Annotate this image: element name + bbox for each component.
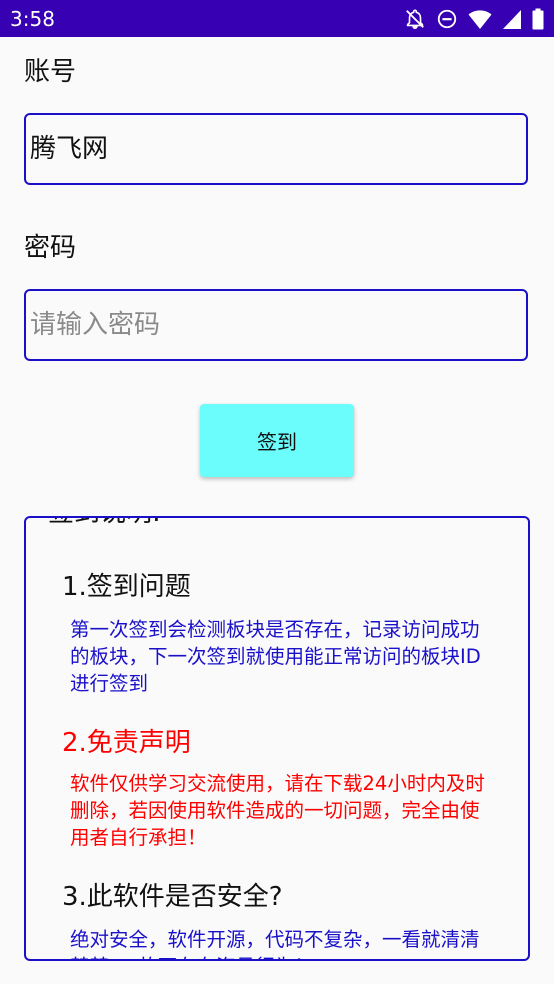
status-bar: 3:58 [0, 0, 554, 37]
status-icons [404, 7, 544, 31]
section-title: 1.签到问题 [62, 572, 191, 602]
do-not-disturb-icon [436, 8, 458, 30]
section-title: 2.免责声明 [62, 728, 191, 758]
password-placeholder: 请输入密码 [30, 310, 161, 340]
notice-panel[interactable]: 签到说明: 1.签到问题 第一次签到会检测板块是否存在，记录访问成功的板块，下一… [24, 516, 530, 961]
section-title: 3.此软件是否安全? [62, 882, 283, 912]
section-body: 软件仅供学习交流使用，请在下载24小时内及时删除，若因使用软件造成的一切问题，完… [70, 772, 485, 849]
password-label: 密码 [24, 233, 77, 263]
password-input[interactable]: 请输入密码 [24, 289, 528, 361]
status-time: 3:58 [10, 7, 55, 31]
notifications-off-icon [404, 8, 426, 30]
section-body: 绝对安全，软件开源，代码不复杂，一看就清清楚楚，，故不存在盗号行为！ [70, 928, 480, 959]
battery-icon [532, 8, 544, 30]
notice-title: 签到说明: [48, 518, 161, 530]
account-input[interactable]: 腾飞网 [24, 113, 528, 185]
checkin-button[interactable]: 签到 [200, 404, 354, 477]
section-body: 第一次签到会检测板块是否存在，记录访问成功的板块，下一次签到就使用能正常访问的板… [70, 618, 481, 695]
wifi-icon [468, 8, 492, 30]
signal-icon [502, 8, 522, 30]
account-value: 腾飞网 [30, 134, 109, 164]
account-label: 账号 [24, 57, 77, 87]
